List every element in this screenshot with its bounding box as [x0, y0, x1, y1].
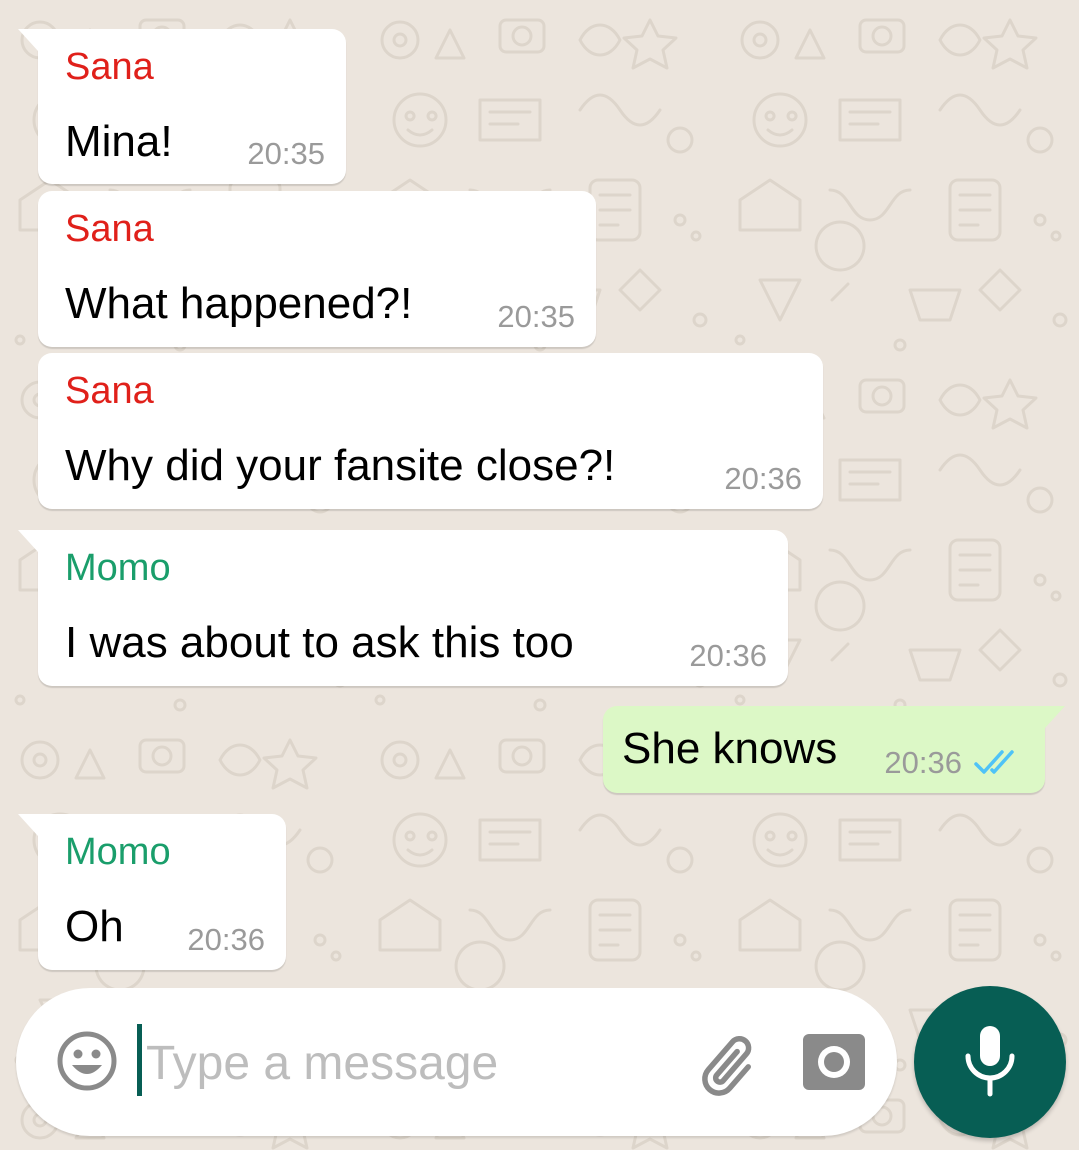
sender-name: Sana	[65, 370, 154, 412]
emoji-icon[interactable]	[56, 1030, 118, 1092]
message-time: 20:36	[724, 461, 802, 496]
microphone-icon	[965, 1026, 1015, 1097]
message-input[interactable]	[146, 1028, 666, 1098]
message-time: 20:35	[247, 136, 325, 171]
message-composer	[16, 988, 897, 1136]
message-bubble[interactable]: Sana Mina! 20:35	[18, 29, 346, 184]
message-text: What happened?!	[65, 279, 413, 328]
message-time: 20:36	[884, 745, 962, 780]
sender-name: Momo	[65, 547, 171, 589]
message-bubble[interactable]: Momo I was about to ask this too 20:36	[18, 530, 788, 686]
paperclip-icon[interactable]	[696, 1028, 768, 1100]
sender-name: Sana	[65, 46, 154, 88]
message-bubble[interactable]: Sana Why did your fansite close?! 20:36	[38, 353, 823, 509]
message-text: Oh	[65, 902, 124, 951]
double-check-read-icon	[974, 750, 1014, 774]
message-time: 20:36	[187, 922, 265, 957]
message-text: Mina!	[65, 117, 173, 166]
message-bubble-outgoing[interactable]: She knows 20:36	[603, 706, 1065, 793]
message-text: I was about to ask this too	[65, 618, 574, 667]
sender-name: Momo	[65, 831, 171, 873]
message-time: 20:35	[497, 299, 575, 334]
camera-icon[interactable]	[801, 1032, 867, 1092]
text-cursor	[137, 1024, 142, 1096]
message-bubble[interactable]: Momo Oh 20:36	[18, 814, 286, 970]
message-text: Why did your fansite close?!	[65, 441, 616, 490]
message-text: She knows	[622, 724, 838, 773]
sender-name: Sana	[65, 208, 154, 250]
message-time: 20:36	[689, 638, 767, 673]
microphone-button[interactable]	[914, 986, 1066, 1138]
message-bubble[interactable]: Sana What happened?! 20:35	[38, 191, 596, 347]
